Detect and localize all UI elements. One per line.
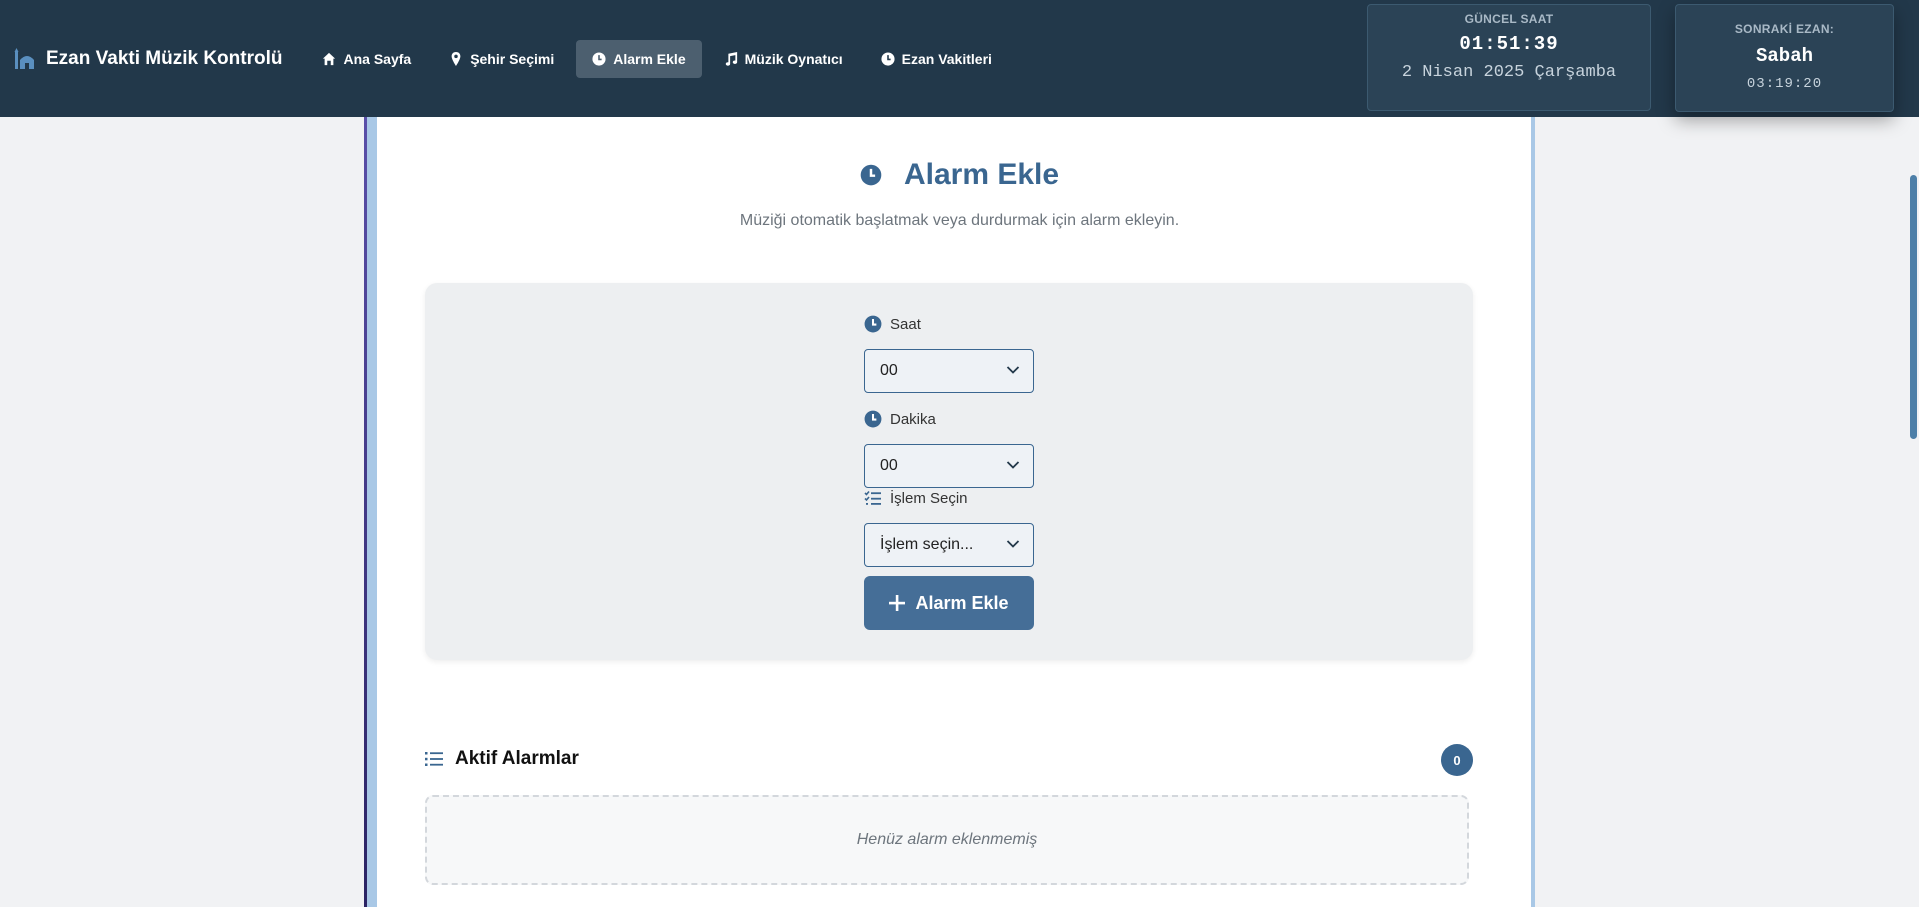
hour-select-value: 00 bbox=[880, 362, 898, 379]
music-icon bbox=[725, 51, 737, 66]
brand[interactable]: Ezan Vakti Müzik Kontrolü bbox=[14, 47, 283, 70]
nav-item-muzik-oynatici[interactable]: Müzik Oynatıcı bbox=[708, 40, 859, 78]
hour-select[interactable]: 00 bbox=[864, 349, 1034, 393]
add-alarm-button-label: Alarm Ekle bbox=[915, 592, 1009, 613]
page-subtitle: Müziği otomatik başlatmak veya durdurmak… bbox=[739, 212, 1180, 229]
hour-label: Saat bbox=[864, 315, 921, 333]
clock-icon bbox=[881, 51, 895, 66]
next-prayer-panel: SONRAKİ EZAN: Sabah 03:19:20 bbox=[1675, 4, 1894, 112]
active-alarms-header: Aktif Alarmlar bbox=[425, 748, 579, 770]
nav-menu: Ana Sayfa Şehir Seçimi Alarm Ekle Müzik … bbox=[306, 39, 1008, 78]
nav-item-sehir-secimi[interactable]: Şehir Seçimi bbox=[433, 40, 570, 78]
empty-alarms-placeholder: Henüz alarm eklenmemiş bbox=[425, 795, 1469, 885]
empty-alarms-text: Henüz alarm eklenmemiş bbox=[856, 831, 1038, 848]
mosque-icon bbox=[14, 47, 34, 69]
next-prayer-label: SONRAKİ EZAN: bbox=[1734, 22, 1835, 36]
action-label-text: İşlem Seçin bbox=[890, 489, 968, 507]
minute-label-text: Dakika bbox=[890, 410, 936, 428]
minute-select[interactable]: 00 bbox=[864, 444, 1034, 488]
chevron-down-icon bbox=[1006, 461, 1020, 469]
current-time-panel: GÜNCEL SAAT 01:51:39 2 Nisan 2025 Çarşam… bbox=[1367, 4, 1651, 111]
nav-item-label: Alarm Ekle bbox=[613, 50, 686, 67]
nav-item-alarm-ekle[interactable]: Alarm Ekle bbox=[576, 39, 702, 78]
action-select-value: İşlem seçin... bbox=[880, 536, 974, 553]
nav-item-label: Şehir Seçimi bbox=[470, 50, 555, 67]
plus-icon bbox=[889, 595, 906, 611]
active-alarms-title: Aktif Alarmlar bbox=[455, 748, 579, 769]
top-navbar: Ezan Vakti Müzik Kontrolü Ana Sayfa Şehi… bbox=[0, 0, 1919, 117]
add-alarm-button[interactable]: Alarm Ekle bbox=[864, 576, 1034, 630]
brand-title: Ezan Vakti Müzik Kontrolü bbox=[46, 47, 283, 69]
clock-icon bbox=[592, 51, 606, 66]
nav-item-label: Ana Sayfa bbox=[343, 50, 412, 67]
home-icon bbox=[323, 52, 336, 65]
current-time: 01:51:39 bbox=[1459, 33, 1559, 55]
alarm-count-badge: 0 bbox=[1441, 744, 1473, 776]
minute-select-value: 00 bbox=[880, 457, 898, 474]
next-prayer-name: Sabah bbox=[1755, 45, 1813, 67]
nav-item-ana-sayfa[interactable]: Ana Sayfa bbox=[306, 40, 427, 78]
action-select[interactable]: İşlem seçin... bbox=[864, 523, 1034, 567]
clock-icon bbox=[864, 315, 882, 333]
list-icon bbox=[425, 752, 443, 766]
clock-icon bbox=[864, 410, 882, 428]
current-date: 2 Nisan 2025 Çarşamba bbox=[1401, 63, 1617, 82]
nav-item-ezan-vakitleri[interactable]: Ezan Vakitleri bbox=[865, 40, 1008, 78]
page-title: Alarm Ekle bbox=[0, 158, 1919, 192]
map-pin-icon bbox=[451, 51, 461, 66]
nav-item-label: Müzik Oynatıcı bbox=[744, 50, 843, 67]
chevron-down-icon bbox=[1006, 540, 1020, 548]
current-time-label: GÜNCEL SAAT bbox=[1464, 12, 1554, 26]
clock-icon bbox=[860, 164, 882, 186]
nav-item-label: Ezan Vakitleri bbox=[901, 50, 992, 67]
chevron-down-icon bbox=[1006, 366, 1020, 374]
next-prayer-time: 03:19:20 bbox=[1746, 76, 1823, 92]
hour-label-text: Saat bbox=[890, 315, 921, 333]
page-title-text: Alarm Ekle bbox=[903, 158, 1060, 191]
minute-label: Dakika bbox=[864, 410, 936, 428]
list-check-icon bbox=[864, 490, 881, 505]
action-label: İşlem Seçin bbox=[864, 489, 968, 507]
